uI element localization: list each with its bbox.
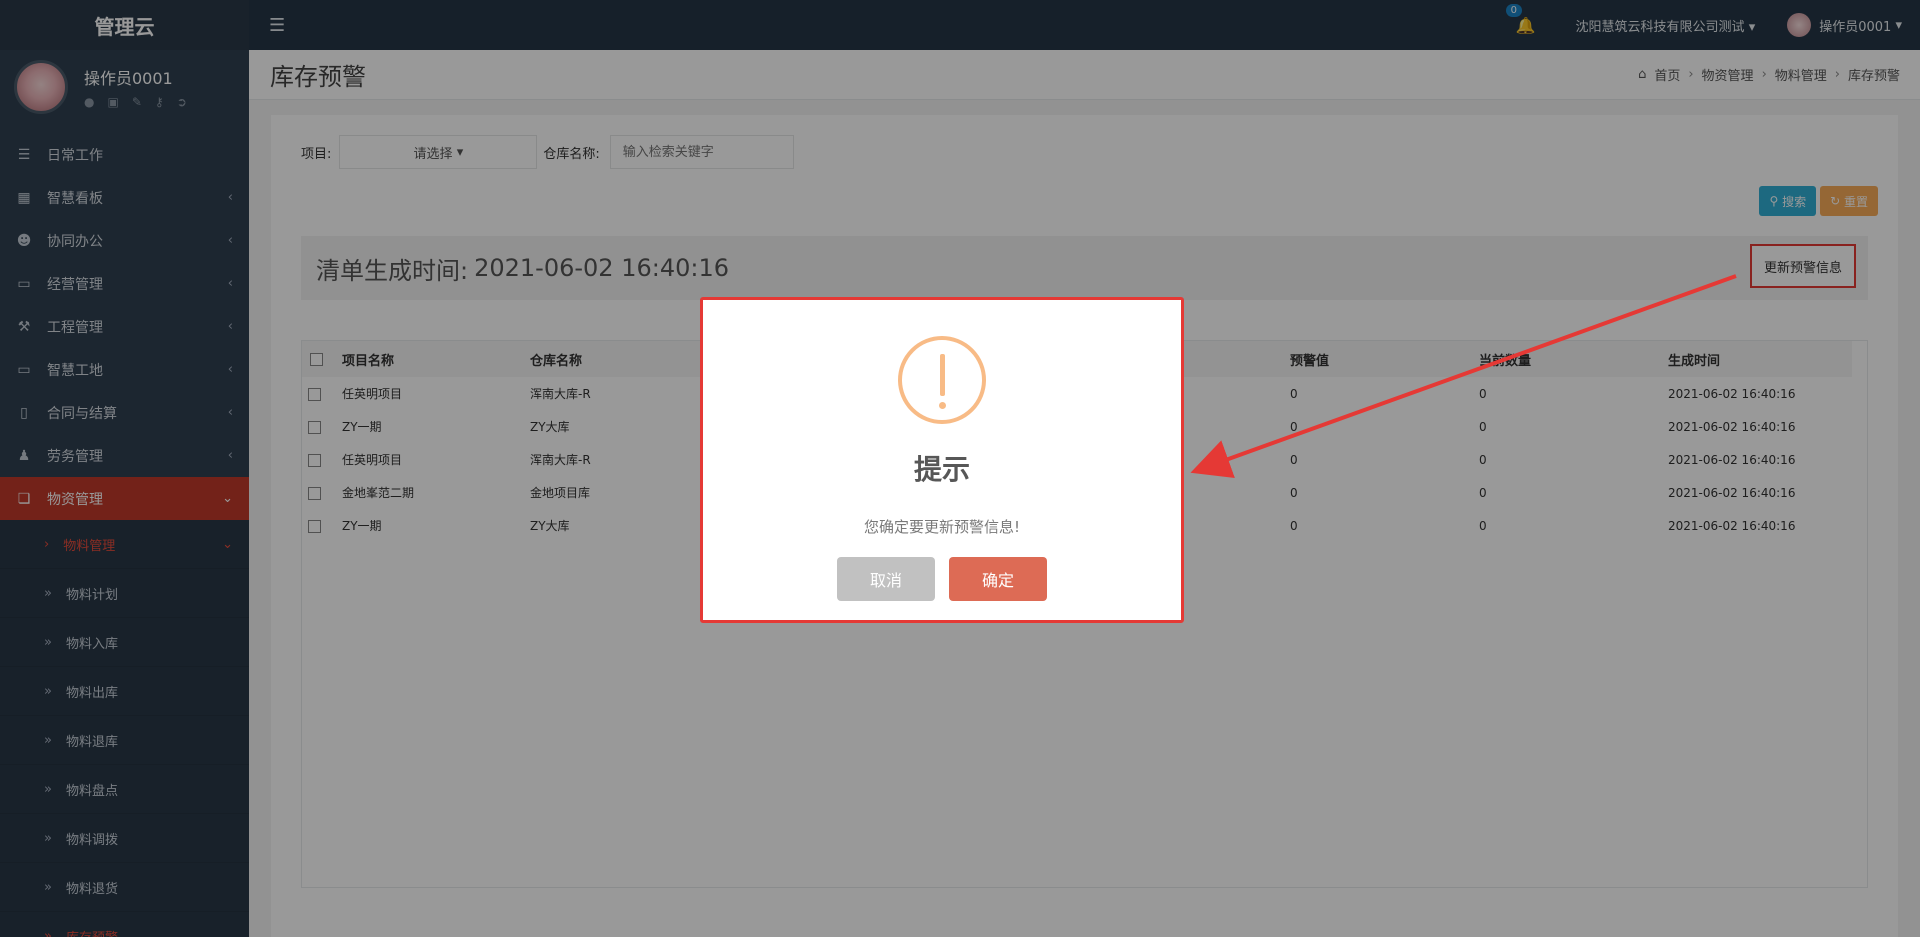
warning-icon [898,336,986,424]
dialog-title: 提示 [913,453,970,486]
dialog-buttons: 取消 确定 [703,557,1181,601]
dialog-message: 您确定要更新预警信息! [863,518,1020,536]
cancel-button[interactable]: 取消 [837,557,935,601]
confirm-dialog: 提示 您确定要更新预警信息! 取消 确定 [700,297,1184,623]
confirm-button[interactable]: 确定 [949,557,1047,601]
